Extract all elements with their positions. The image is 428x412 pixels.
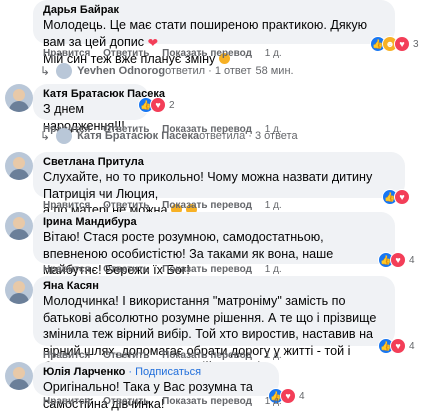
love-reaction-icon: ♥: [394, 36, 410, 52]
comment-actions: Нравится Ответить Показать перевод 1 д.: [43, 350, 292, 361]
reaction-count: 4: [299, 390, 305, 402]
love-reaction-icon: ♥: [394, 189, 410, 205]
reaction-summary[interactable]: 👍 ☻ ♥ 3: [370, 36, 419, 52]
love-reaction-icon: ♥: [390, 338, 406, 354]
comment-actions: Нравится Ответить Показать перевод 1 д.: [43, 264, 292, 275]
comment-author[interactable]: Дарья Байрак: [43, 4, 385, 16]
translate-button[interactable]: Показать перевод: [162, 200, 252, 211]
like-button[interactable]: Нравится: [43, 48, 90, 59]
comment-actions: Нравится Ответить Показать перевод 1 д.: [43, 48, 292, 59]
avatar[interactable]: [5, 362, 33, 390]
comment-time[interactable]: 1 д.: [265, 350, 282, 361]
avatar[interactable]: [5, 212, 33, 240]
reaction-summary[interactable]: 👍 ♥: [382, 189, 410, 205]
avatar[interactable]: [5, 276, 33, 304]
reaction-count: 3: [413, 38, 419, 50]
like-button[interactable]: Нравится: [43, 200, 90, 211]
reply-button[interactable]: Ответить: [103, 200, 149, 211]
reaction-count: 4: [409, 340, 415, 352]
follow-link[interactable]: · Подписаться: [125, 366, 201, 378]
comment-time[interactable]: 1 д.: [265, 264, 282, 275]
comment-bubble: Катя Братасюк Пасека З днем народження!!…: [33, 84, 165, 133]
translate-button[interactable]: Показать перевод: [162, 48, 252, 59]
translate-button[interactable]: Показать перевод: [162, 264, 252, 275]
translate-button[interactable]: Показать перевод: [162, 350, 252, 361]
avatar[interactable]: [5, 152, 33, 180]
comment-time[interactable]: 1 д.: [265, 200, 282, 211]
reply-button[interactable]: Ответить: [103, 264, 149, 275]
comment-time[interactable]: 1 д.: [265, 48, 282, 59]
avatar: [56, 63, 73, 79]
comment-text: Молодець. Це має стати поширеною практик…: [43, 18, 368, 66]
reaction-count: 2: [169, 99, 175, 111]
comment-actions: Нравится Ответить Показать перевод 1 д.: [43, 200, 292, 211]
comment-bubble: Юлія Ларченко · Подписаться Оригінально!…: [33, 362, 279, 411]
love-reaction-icon: ♥: [390, 252, 406, 268]
reaction-summary[interactable]: 👍 ♥ 2: [138, 97, 175, 113]
comment-author[interactable]: Ірина Мандибура: [43, 216, 385, 228]
love-reaction-icon: ♥: [150, 97, 166, 113]
avatar[interactable]: [5, 84, 33, 112]
comment-author[interactable]: Юлія Ларченко · Подписаться: [43, 366, 269, 378]
reply-thread-link[interactable]: ↳ Yevhen Odnorog ответил · 1 ответ 58 ми…: [40, 62, 294, 80]
reply-arrow-icon: ↳: [40, 129, 51, 143]
reply-button[interactable]: Ответить: [103, 350, 149, 361]
like-button[interactable]: Нравится: [43, 350, 90, 361]
comment-bubble: Дарья Байрак Молодець. Це має стати поши…: [33, 0, 395, 66]
comment-bubble: Яна Касян Молодчинка! І використання "ма…: [33, 276, 395, 374]
reply-arrow-icon: ↳: [40, 64, 51, 78]
avatar: [56, 128, 73, 144]
reaction-count: 4: [409, 254, 415, 266]
comment-author[interactable]: Яна Касян: [43, 280, 385, 292]
reaction-summary[interactable]: 👍 ♥ 4: [378, 252, 415, 268]
reaction-summary[interactable]: 👍 ♥ 4: [378, 338, 415, 354]
reply-button[interactable]: Ответить: [103, 48, 149, 59]
reply-thread-link[interactable]: ↳ Катя Братасюк Пасека ответила · 3 отве…: [40, 127, 298, 145]
comment-bubble: Светлана Притула Слухайте, но то приколь…: [33, 152, 405, 217]
comment-bubble: Ірина Мандибура Вітаю! Стася росте розум…: [33, 212, 395, 277]
like-button[interactable]: Нравится: [43, 264, 90, 275]
comment-author[interactable]: Светлана Притула: [43, 156, 395, 168]
comment-author[interactable]: Катя Братасюк Пасека: [43, 88, 165, 100]
